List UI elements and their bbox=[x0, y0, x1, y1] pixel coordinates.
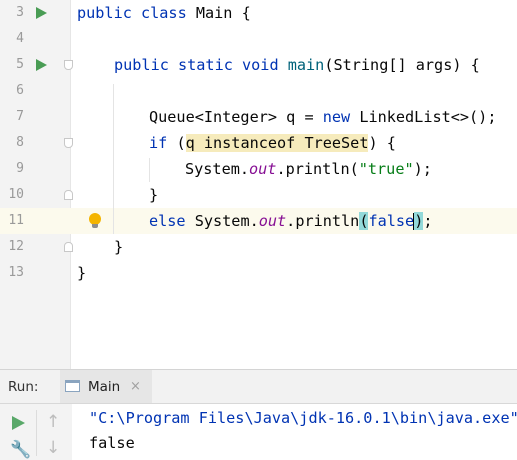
fold-marker-icon[interactable] bbox=[64, 242, 73, 252]
line-number: 12 bbox=[8, 239, 24, 254]
code-text: public static void main(String[] args) { bbox=[114, 56, 480, 74]
run-icon[interactable] bbox=[12, 416, 25, 430]
line-number: 7 bbox=[16, 109, 24, 124]
code-text: } bbox=[149, 186, 159, 204]
console-window-icon bbox=[65, 380, 80, 392]
run-main-icon[interactable] bbox=[36, 59, 47, 71]
code-text: else System.out.println(false); bbox=[149, 212, 433, 230]
code-line[interactable]: 3 public class Main { bbox=[0, 0, 517, 26]
code-line[interactable]: 4 bbox=[0, 26, 517, 52]
scroll-up-icon[interactable]: ↑ bbox=[46, 412, 60, 432]
run-tab-main[interactable]: Main × bbox=[60, 370, 152, 403]
code-line[interactable]: 9 System.out.println("true"); bbox=[0, 156, 517, 182]
line-number: 3 bbox=[16, 5, 24, 20]
code-text: Queue<Integer> q = new LinkedList<>(); bbox=[149, 108, 497, 126]
code-line[interactable]: 12 } bbox=[0, 234, 517, 260]
lightbulb-icon[interactable] bbox=[88, 213, 102, 229]
close-icon[interactable]: × bbox=[130, 370, 141, 404]
code-text: System.out.println("true"); bbox=[185, 160, 432, 178]
code-text: } bbox=[114, 238, 124, 256]
wrench-icon[interactable]: 🔧 bbox=[10, 440, 31, 460]
code-line[interactable]: 8 if (q instanceof TreeSet) { bbox=[0, 130, 517, 156]
code-line[interactable]: 13 } bbox=[0, 260, 517, 286]
line-number: 9 bbox=[16, 161, 24, 176]
code-editor[interactable]: 3 public class Main { 4 5 public static … bbox=[0, 0, 517, 369]
fold-marker-icon[interactable] bbox=[64, 138, 73, 148]
toolbar-divider bbox=[36, 410, 37, 456]
code-line[interactable]: 10 } bbox=[0, 182, 517, 208]
code-line[interactable]: 6 bbox=[0, 78, 517, 104]
console-output-line: false bbox=[89, 434, 135, 452]
indent-guide bbox=[149, 158, 150, 182]
fold-marker-icon[interactable] bbox=[64, 190, 73, 200]
run-label: Run: bbox=[8, 379, 39, 395]
run-panel-header: Run: Main × bbox=[0, 369, 517, 404]
code-line-current[interactable]: 11 else System.out.println(false); bbox=[0, 208, 517, 234]
tab-label: Main bbox=[88, 379, 121, 395]
line-number: 10 bbox=[8, 187, 24, 202]
code-text: public class Main { bbox=[77, 4, 251, 22]
code-line[interactable]: 5 public static void main(String[] args)… bbox=[0, 52, 517, 78]
line-number: 11 bbox=[8, 213, 24, 228]
line-number: 13 bbox=[8, 265, 24, 280]
code-text: } bbox=[77, 264, 87, 282]
run-class-icon[interactable] bbox=[36, 7, 47, 19]
fold-marker-icon[interactable] bbox=[64, 60, 73, 70]
code-text: if (q instanceof TreeSet) { bbox=[149, 134, 396, 152]
indent-guide bbox=[113, 84, 114, 234]
line-number: 8 bbox=[16, 135, 24, 150]
code-line[interactable]: 7 Queue<Integer> q = new LinkedList<>(); bbox=[0, 104, 517, 130]
run-toolbar: ↑ 🔧 ↓ bbox=[0, 404, 73, 460]
line-number: 6 bbox=[16, 83, 24, 98]
line-number: 4 bbox=[16, 31, 24, 46]
line-number: 5 bbox=[16, 57, 24, 72]
instanceof-highlight: q instanceof TreeSet bbox=[185, 134, 369, 152]
brace-match-highlight: ) bbox=[414, 212, 424, 230]
scroll-down-icon[interactable]: ↓ bbox=[46, 438, 60, 458]
console-output[interactable]: "C:\Program Files\Java\jdk-16.0.1\bin\ja… bbox=[72, 404, 517, 460]
console-command-line: "C:\Program Files\Java\jdk-16.0.1\bin\ja… bbox=[89, 409, 517, 427]
